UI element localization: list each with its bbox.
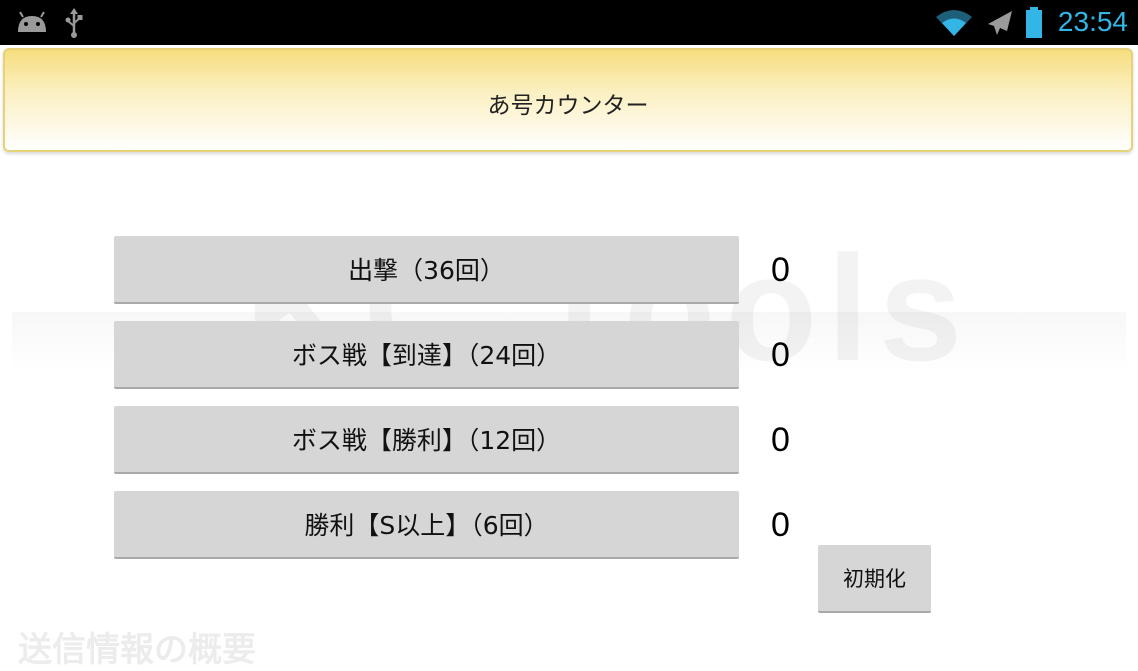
airplane-icon [985,9,1015,41]
reset-button[interactable]: 初期化 [818,545,931,613]
s-rank-win-button[interactable]: 勝利【S以上】（6回） [114,491,739,559]
boss-win-count: 0 [771,421,790,459]
android-icon [15,10,49,38]
bottom-partial-text: 送信情報の概要 [18,630,256,670]
status-bar: 23:54 [0,0,1138,45]
battery-icon [1024,7,1044,43]
wifi-icon [935,9,973,41]
sortie-button[interactable]: 出撃（36回） [114,236,739,304]
page-title: あ号カウンター [487,93,649,119]
title-bar: あ号カウンター [3,48,1133,152]
boss-reach-count: 0 [771,336,790,374]
sortie-count: 0 [771,251,790,289]
boss-reach-button[interactable]: ボス戦【到達】（24回） [114,321,739,389]
usb-icon [64,8,84,42]
boss-win-button[interactable]: ボス戦【勝利】（12回） [114,406,739,474]
clock: 23:54 [1057,6,1128,37]
s-rank-win-count: 0 [771,506,790,544]
